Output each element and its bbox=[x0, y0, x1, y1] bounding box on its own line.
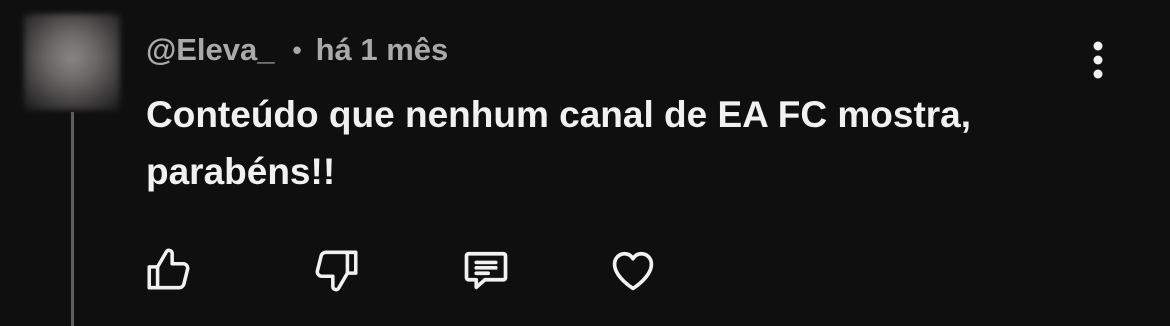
thread-line bbox=[71, 112, 74, 326]
thumbs-up-icon bbox=[147, 248, 190, 290]
comment-header: @Eleva_ • há 1 mês bbox=[146, 30, 448, 70]
author-name[interactable]: @Eleva_ bbox=[146, 32, 274, 68]
more-options-button[interactable] bbox=[1080, 38, 1116, 82]
more-vertical-icon bbox=[1093, 41, 1103, 79]
reply-button[interactable] bbox=[459, 243, 513, 297]
heart-button[interactable] bbox=[606, 243, 660, 297]
comment-icon bbox=[464, 251, 508, 290]
heart-icon bbox=[612, 251, 654, 291]
like-button[interactable] bbox=[141, 243, 195, 297]
avatar[interactable] bbox=[24, 14, 120, 110]
comment-card: @Eleva_ • há 1 mês Conteúdo que nenhum c… bbox=[0, 0, 1170, 326]
comment-time[interactable]: há 1 mês bbox=[316, 32, 449, 68]
dislike-button[interactable] bbox=[310, 243, 364, 297]
thumbs-down-icon bbox=[315, 250, 358, 292]
meta-separator: • bbox=[292, 34, 302, 65]
comment-text: Conteúdo que nenhum canal de EA FC mostr… bbox=[146, 94, 972, 192]
